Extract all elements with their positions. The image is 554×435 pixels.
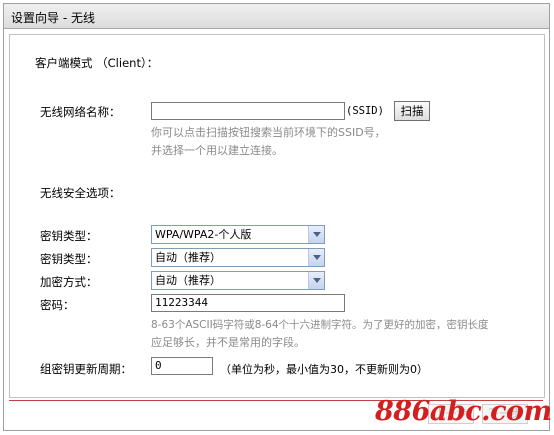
key-type-1-label: 密钥类型： bbox=[40, 229, 98, 243]
site-watermark: 886abc.com bbox=[375, 396, 552, 427]
wizard-window: 设置向导 - 无线 客户端模式 （Client）： 无线网络名称： (SSID)… bbox=[3, 3, 550, 431]
group-key-input[interactable]: 0 bbox=[151, 357, 213, 375]
chevron-down-icon[interactable] bbox=[308, 226, 324, 243]
ssid-suffix: (SSID) bbox=[346, 105, 384, 117]
scan-button[interactable]: 扫描 bbox=[394, 101, 430, 121]
ssid-input[interactable] bbox=[151, 102, 345, 120]
ssid-label: 无线网络名称： bbox=[40, 105, 121, 119]
chevron-down-icon[interactable] bbox=[308, 249, 324, 266]
group-key-label: 组密钥更新周期： bbox=[40, 362, 132, 376]
encryption-label: 加密方式： bbox=[40, 275, 98, 289]
page-title: 设置向导 - 无线 bbox=[11, 11, 95, 25]
security-heading: 无线安全选项： bbox=[40, 186, 121, 200]
wizard-content: 客户端模式 （Client）： 无线网络名称： (SSID) 扫描 你可以点击扫… bbox=[9, 34, 545, 398]
password-input[interactable]: 11223344 bbox=[151, 294, 345, 312]
key-type-1-value: WPA/WPA2-个人版 bbox=[155, 228, 252, 241]
key-type-2-label: 密钥类型： bbox=[40, 252, 98, 266]
key-type-1-select[interactable]: WPA/WPA2-个人版 bbox=[151, 225, 325, 244]
key-type-2-select[interactable]: 自动（推荐） bbox=[151, 248, 325, 267]
title-bar: 设置向导 - 无线 bbox=[4, 4, 549, 29]
password-hint-line2: 应足够长，并不是常用的字段。 bbox=[151, 336, 305, 349]
key-type-2-value: 自动（推荐） bbox=[155, 251, 221, 264]
ssid-hint-line1: 你可以点击扫描按钮搜索当前环境下的SSID号， bbox=[151, 126, 386, 139]
client-mode-heading: 客户端模式 （Client）： bbox=[35, 56, 159, 70]
chevron-down-icon[interactable] bbox=[308, 272, 324, 289]
encryption-value: 自动（推荐） bbox=[155, 274, 221, 287]
ssid-hint-line2: 并选择一个用以建立连接。 bbox=[151, 144, 283, 157]
encryption-select[interactable]: 自动（推荐） bbox=[151, 271, 325, 290]
password-hint-line1: 8-63个ASCII码字符或8-64个十六进制字符。为了更好的加密，密钥长度 bbox=[151, 319, 489, 331]
group-key-hint: （单位为秒，最小值为30，不更新则为0） bbox=[220, 363, 428, 376]
password-label: 密码： bbox=[40, 298, 75, 312]
